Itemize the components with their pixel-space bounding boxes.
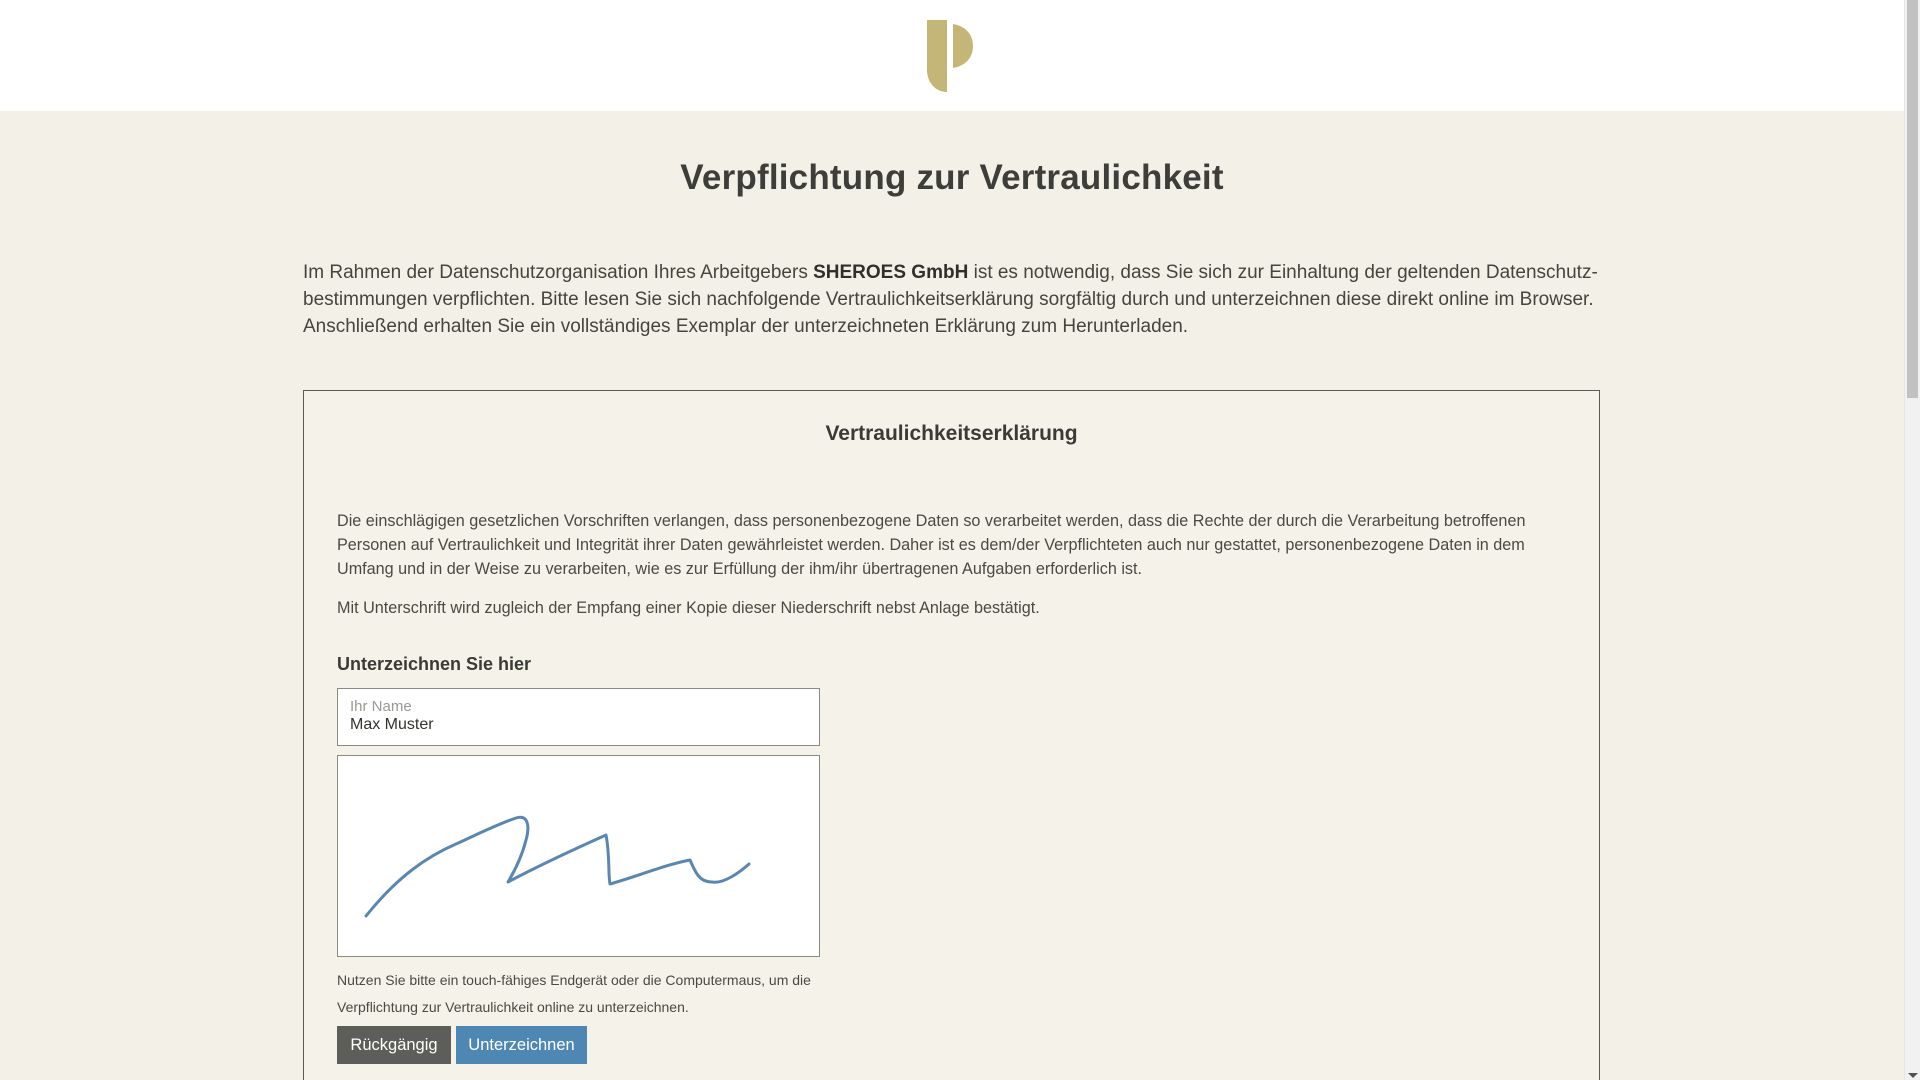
scroll-down-arrow-icon[interactable]: [1908, 1073, 1918, 1078]
sign-heading: Unterzeichnen Sie hier: [337, 654, 532, 674]
sign-button[interactable]: Unterzeichnen: [456, 1026, 587, 1064]
declaration-paragraph-1: Die einschlägigen gesetzlichen Vorschrif…: [337, 512, 1526, 578]
header-bar: [0, 0, 1904, 111]
name-field[interactable]: Ihr Name Max Muster: [337, 688, 820, 746]
undo-button[interactable]: Rückgängig: [337, 1026, 451, 1064]
name-field-value[interactable]: Max Muster: [350, 716, 434, 734]
name-field-label: Ihr Name: [350, 698, 412, 715]
intro-text: Im Rahmen der Datenschutzorganisation Ih…: [303, 259, 1603, 340]
company-name: SHEROES GmbH: [813, 262, 969, 283]
signature-hint: Nutzen Sie bitte ein touch-fähiges Endge…: [337, 972, 811, 1015]
declaration-card: Vertraulichkeitserklärung Die einschlägi…: [303, 390, 1600, 1080]
page-title: Verpflichtung zur Vertraulichkeit: [680, 158, 1224, 197]
signature-pad[interactable]: [337, 755, 820, 957]
signature-stroke: [364, 815, 751, 918]
card-title: Vertraulichkeitserklärung: [825, 422, 1078, 445]
p-logo-icon[interactable]: [927, 20, 975, 92]
intro-text-start: Im Rahmen der Datenschutzorganisation Ih…: [303, 262, 814, 283]
page-scrollbar[interactable]: [1904, 0, 1920, 1080]
scrollbar-thumb[interactable]: [1907, 0, 1918, 398]
declaration-paragraph-2: Mit Unterschrift wird zugleich der Empfa…: [337, 599, 1040, 617]
page: Verpflichtung zur Vertraulichkeit Im Rah…: [0, 0, 1920, 1080]
